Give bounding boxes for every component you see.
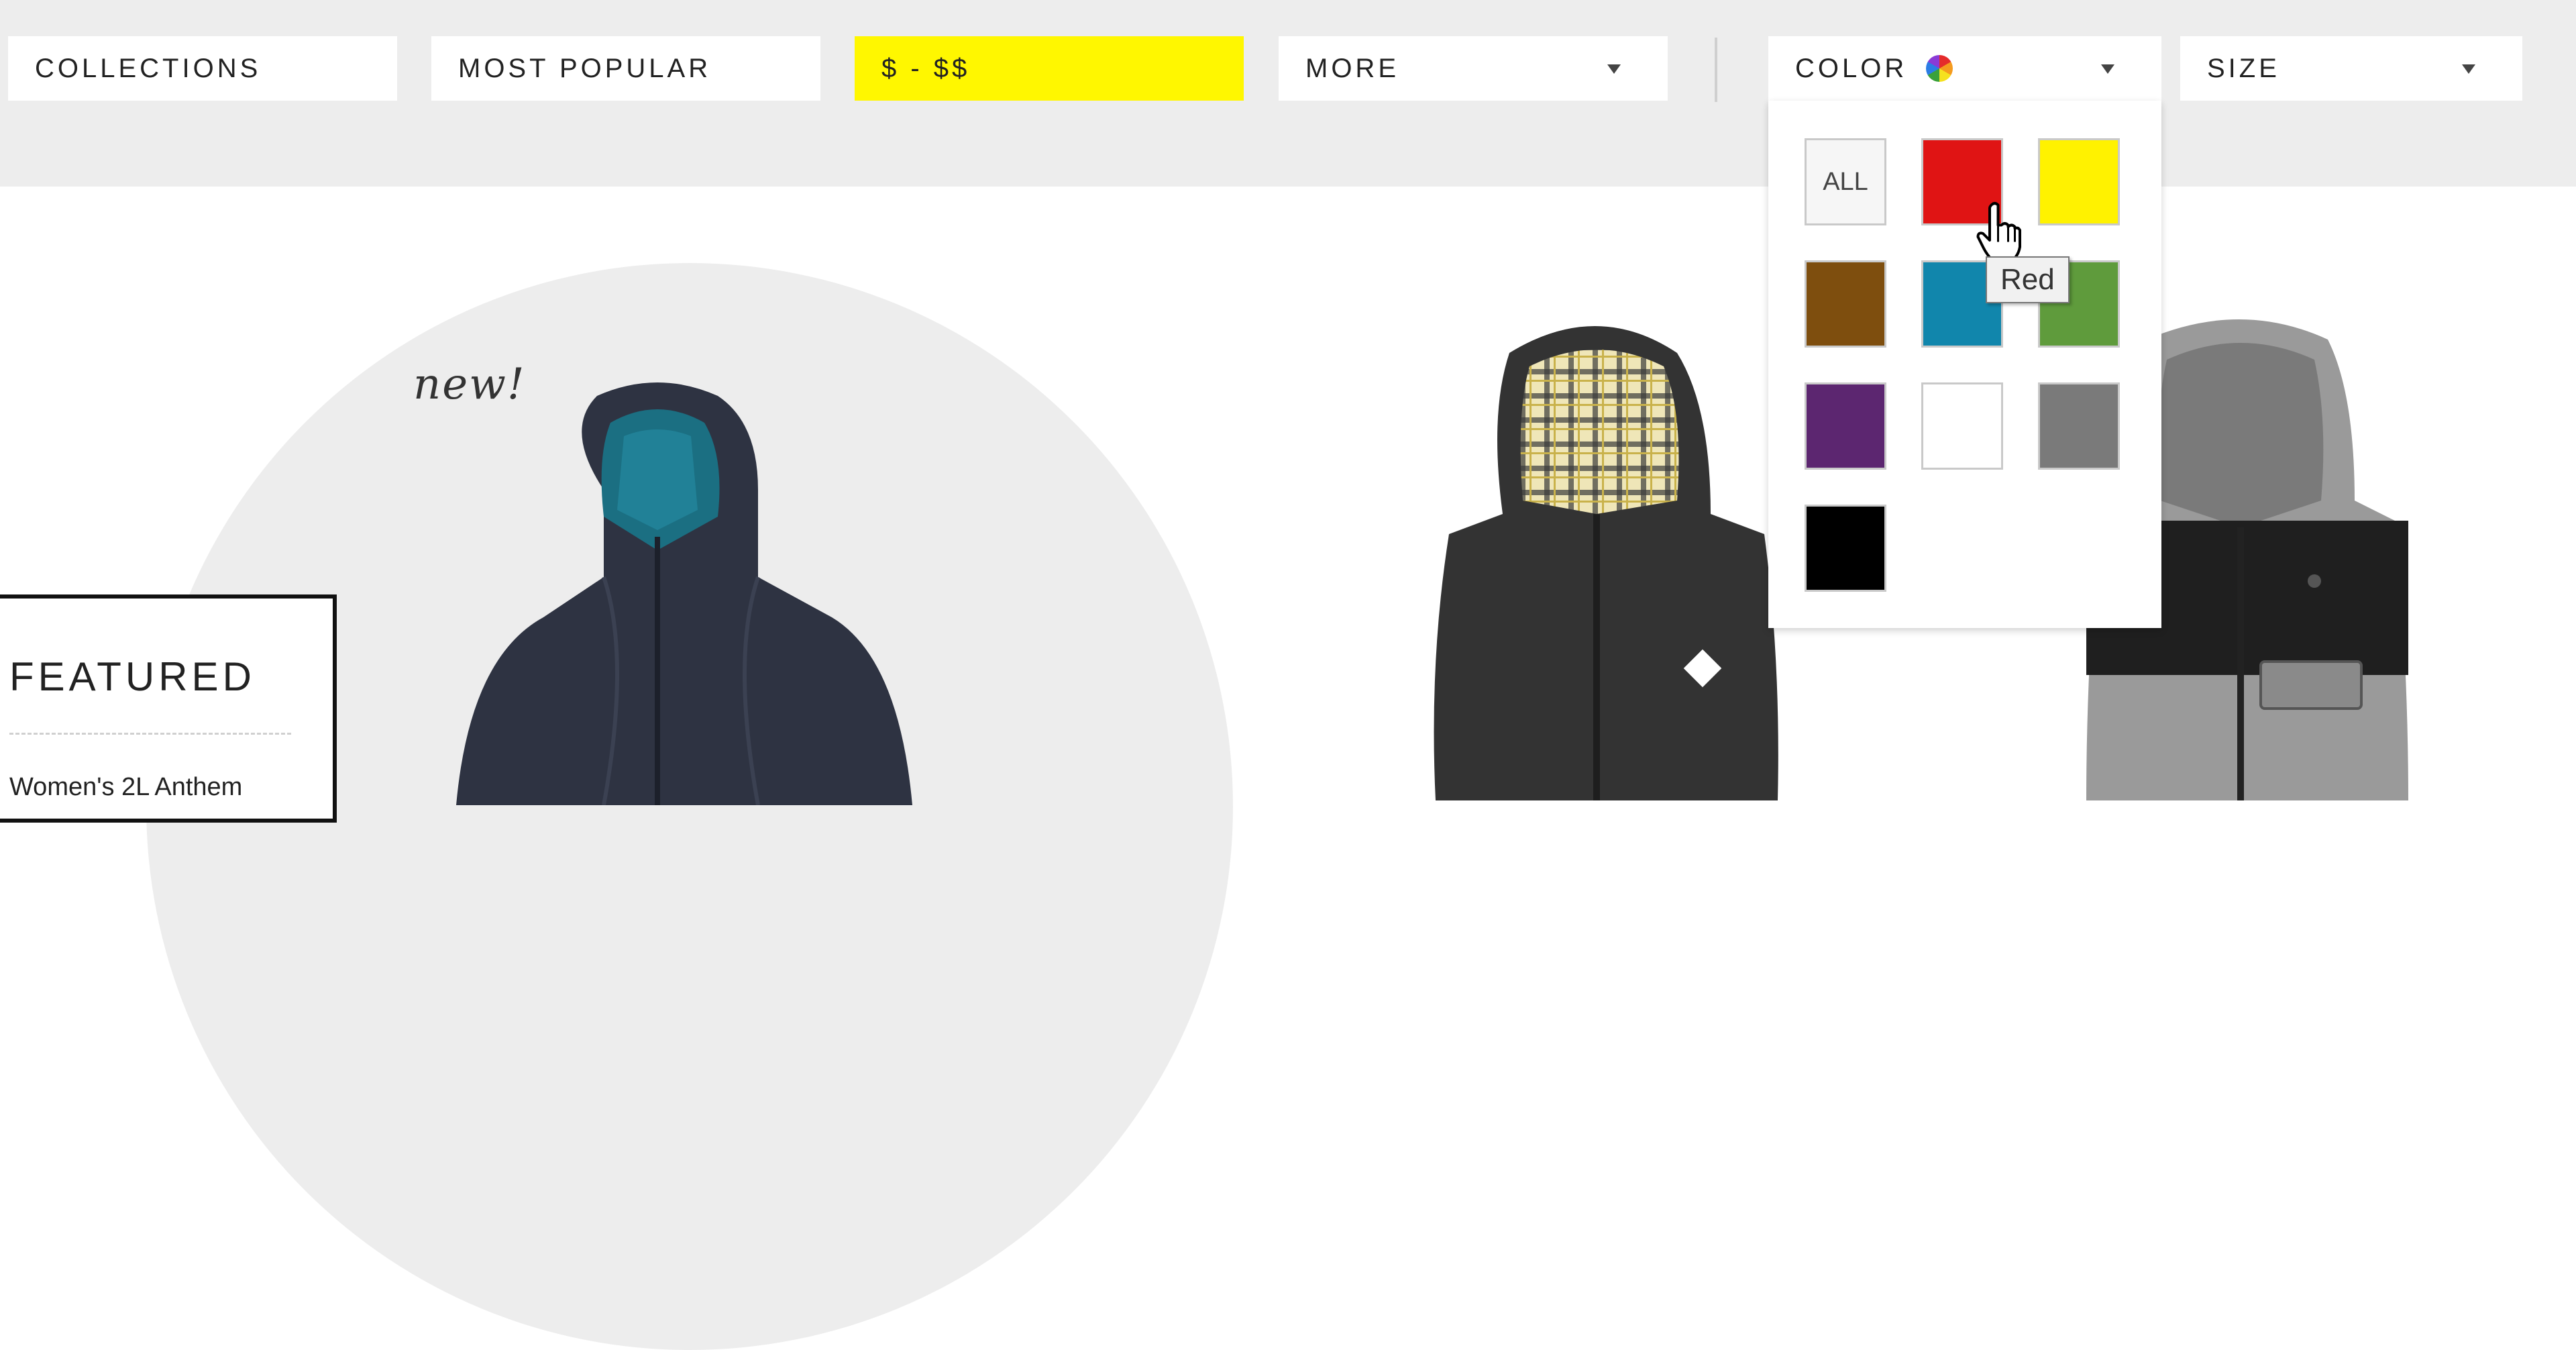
color-swatch-gray[interactable] (2038, 382, 2120, 470)
chevron-down-icon (2101, 64, 2114, 74)
collections-filter-label: COLLECTIONS (35, 53, 262, 83)
color-filter-button[interactable]: COLOR (1768, 36, 2161, 101)
color-dropdown-panel: ALL (1768, 101, 2161, 628)
color-wheel-icon (1926, 55, 1953, 82)
size-filter-label: SIZE (2207, 53, 2280, 83)
product-black-vest-image[interactable] (1415, 313, 1791, 800)
featured-item-link[interactable]: Women's 2L Anthem (9, 773, 242, 802)
most-popular-filter-label: MOST POPULAR (458, 53, 712, 83)
color-swatch-purple[interactable] (1805, 382, 1886, 470)
color-tooltip: Red (1986, 256, 2070, 303)
featured-divider (9, 733, 291, 735)
size-filter-button[interactable]: SIZE (2180, 36, 2522, 101)
chevron-down-icon (1607, 64, 1621, 74)
color-swatch-yellow[interactable] (2038, 138, 2120, 225)
color-swatch-all-label: ALL (1823, 167, 1868, 196)
color-swatch-all[interactable]: ALL (1805, 138, 1886, 225)
featured-title: FEATURED (9, 654, 256, 699)
product-navy-jacket-image[interactable] (429, 376, 939, 805)
featured-panel: FEATURED Women's 2L Anthem (0, 594, 337, 823)
price-filter-button[interactable]: $ - $$ (855, 36, 1244, 101)
color-swatch-white[interactable] (1921, 382, 2003, 470)
collections-filter-button[interactable]: COLLECTIONS (8, 36, 397, 101)
color-swatch-brown[interactable] (1805, 260, 1886, 348)
filter-divider (1715, 38, 1717, 102)
color-filter-label: COLOR (1795, 53, 1908, 83)
color-swatch-black[interactable] (1805, 505, 1886, 592)
more-filter-label: MORE (1305, 53, 1399, 83)
more-filter-button[interactable]: MORE (1279, 36, 1668, 101)
most-popular-filter-button[interactable]: MOST POPULAR (431, 36, 820, 101)
chevron-down-icon (2462, 64, 2475, 74)
price-filter-label: $ - $$ (881, 53, 971, 83)
